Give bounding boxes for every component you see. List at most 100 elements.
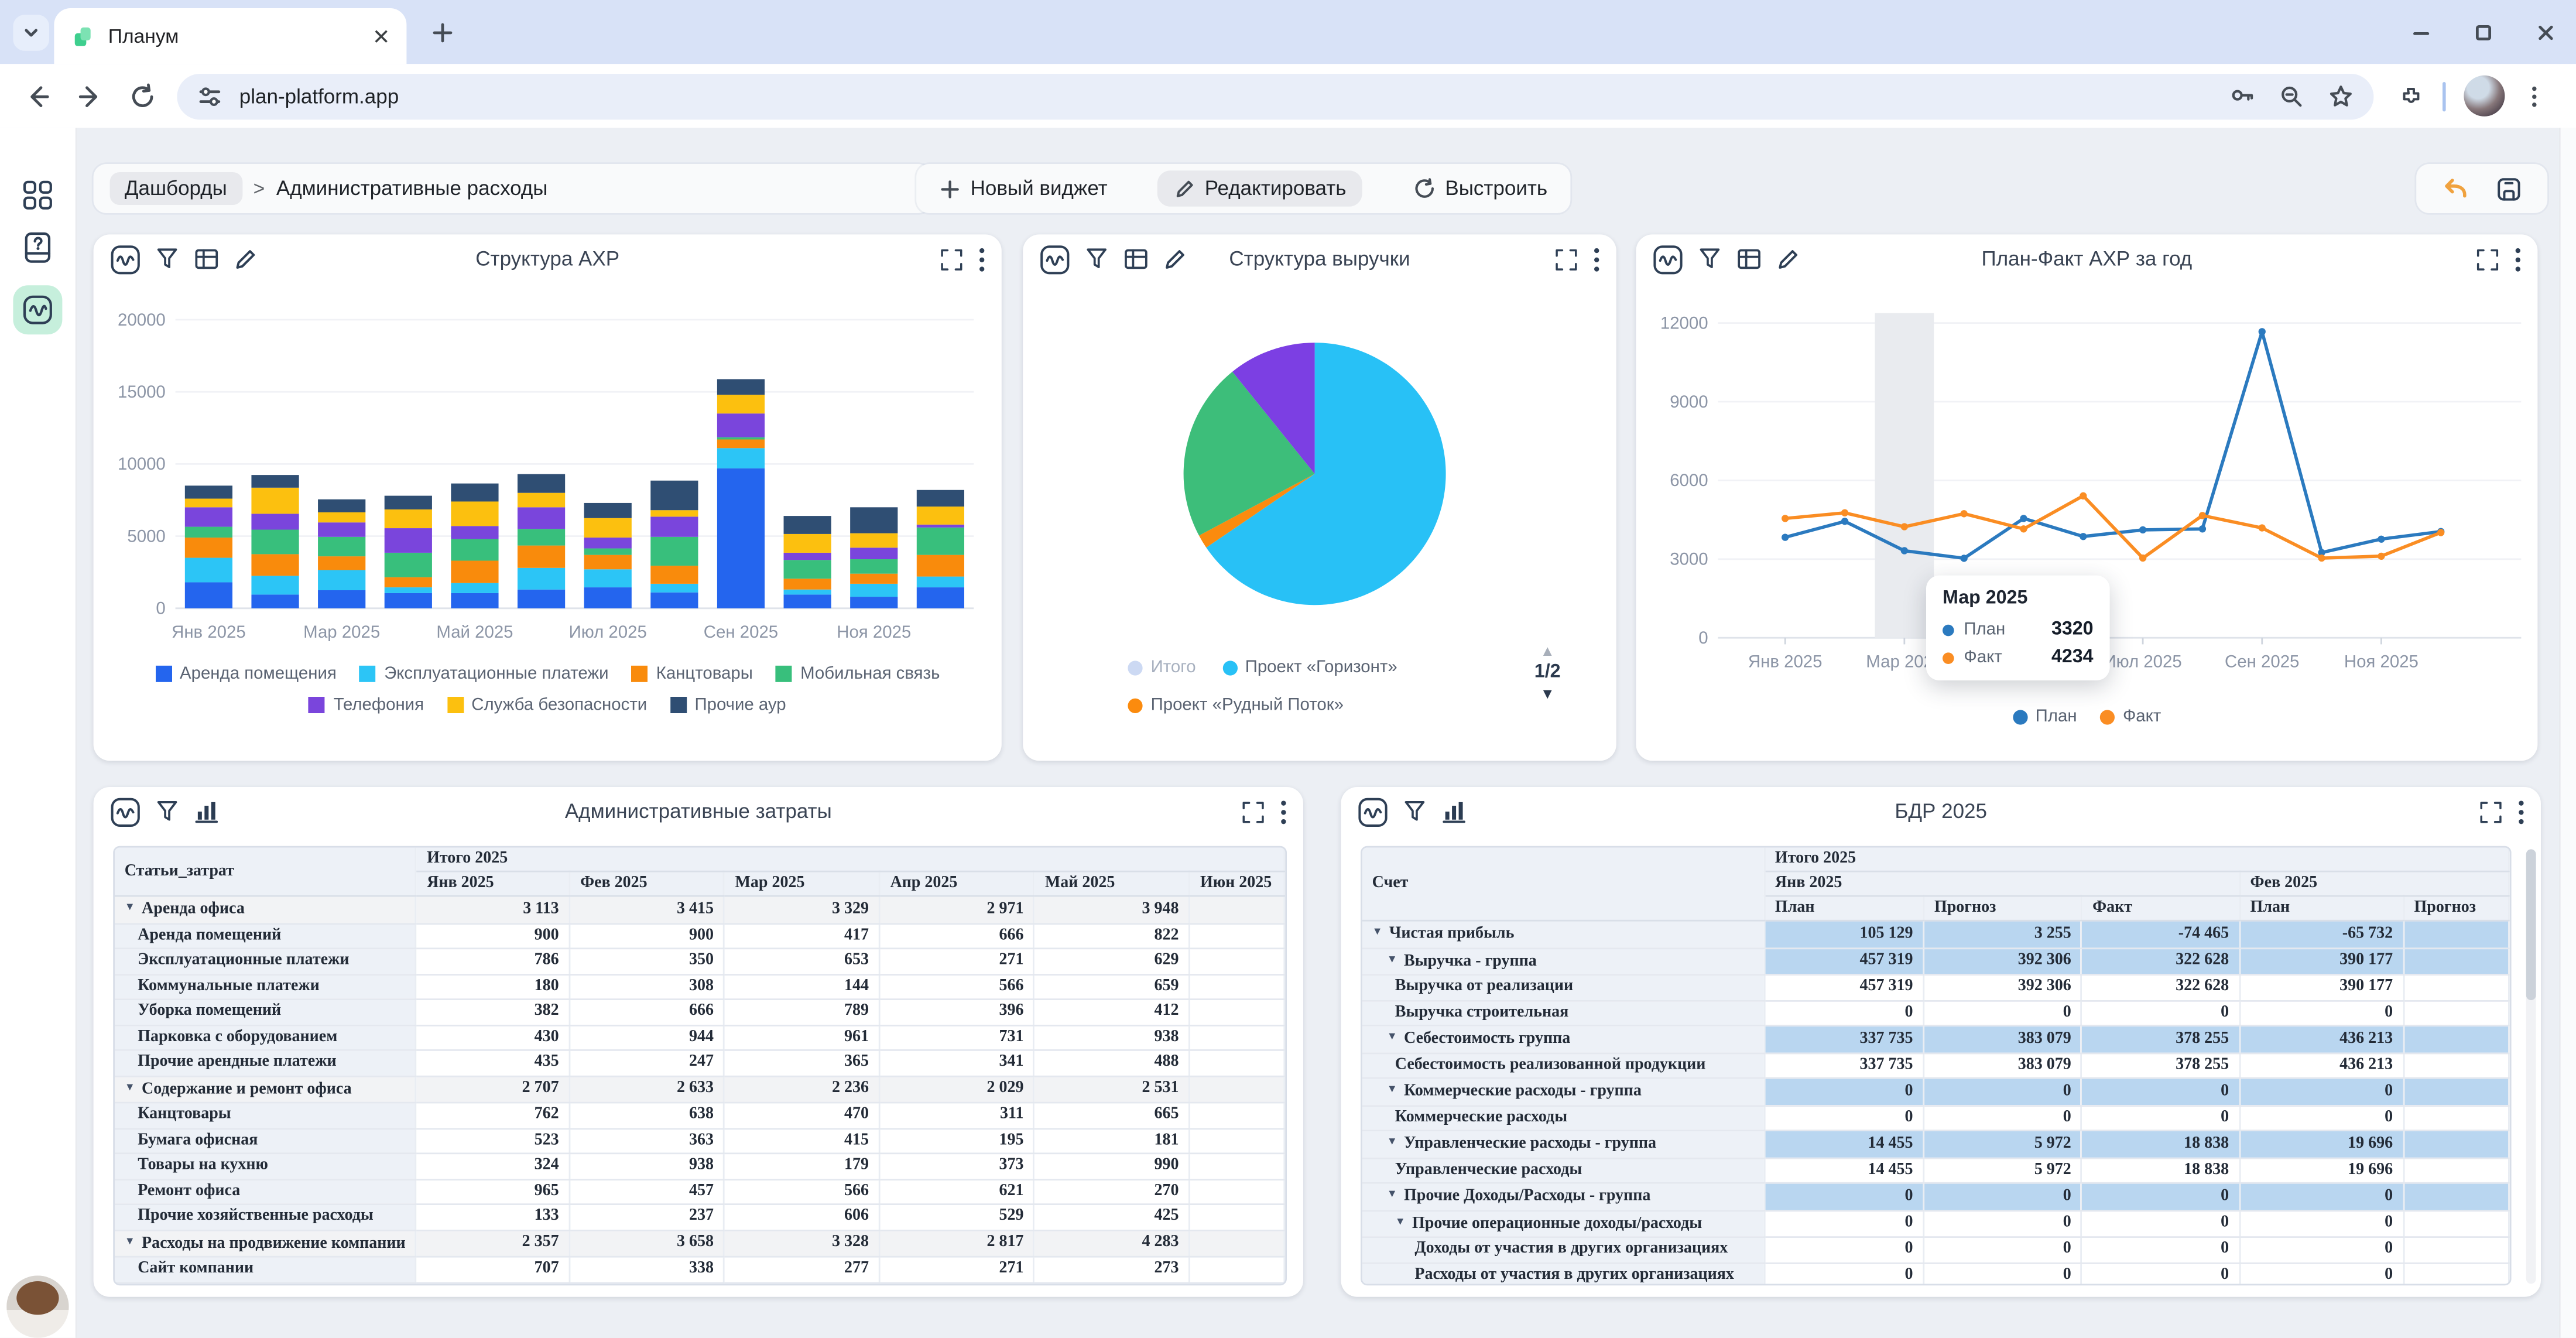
legend-item[interactable]: Аренда помещения — [155, 664, 337, 684]
widget-menu-kebab-icon[interactable] — [2515, 247, 2521, 271]
save-icon[interactable] — [2495, 174, 2523, 203]
legend-item[interactable]: Канцтовары — [632, 664, 753, 684]
table-row[interactable]: ▼Чистая прибыль105 1293 255-74 465-65 73… — [1362, 920, 2509, 947]
svg-text:20000: 20000 — [118, 310, 166, 330]
table-scrollbar[interactable] — [2526, 849, 2536, 1284]
fullscreen-icon[interactable] — [1554, 247, 1578, 271]
edit-button[interactable]: Редактировать — [1157, 170, 1363, 207]
svg-text:12000: 12000 — [1660, 313, 1708, 333]
admin-costs-table[interactable]: Статьи_затратИтого 2025Янв 2025Фев 2025М… — [113, 846, 1287, 1285]
undo-icon[interactable] — [2441, 174, 2470, 203]
fullscreen-icon[interactable] — [2475, 247, 2500, 271]
edit-widget-icon[interactable] — [1162, 247, 1187, 271]
widget-table-admin-costs: Административные затраты Статьи_затратИт… — [94, 787, 1303, 1297]
window-minimize-icon[interactable] — [2410, 21, 2433, 44]
table-view-icon[interactable] — [193, 246, 220, 272]
table-row[interactable]: ▼Коммерческие расходы - группа0000 — [1362, 1078, 2509, 1105]
tab-title: Планум — [108, 25, 372, 47]
stacked-bar-chart[interactable]: 05000100001500020000Янв 2025Мар 2025Май … — [94, 290, 1002, 658]
breadcrumb: Дашборды > Административные расходы — [94, 164, 931, 213]
legend-item[interactable]: Итого — [1128, 658, 1195, 677]
widget-menu-kebab-icon[interactable] — [1280, 799, 1287, 824]
widget-type-icon[interactable] — [110, 796, 141, 827]
legend-item[interactable]: План — [2012, 707, 2077, 727]
fullscreen-icon[interactable] — [1241, 799, 1266, 824]
table-row: Прочие хозяйственные расходы133237606529… — [115, 1204, 1284, 1230]
table-row[interactable]: ▼Прочие Доходы/Расходы - группа0000 — [1362, 1183, 2509, 1210]
legend-item[interactable]: Телефония — [309, 695, 424, 715]
pie-chart[interactable] — [1023, 290, 1616, 628]
pager-down-icon[interactable]: ▼ — [1540, 684, 1555, 705]
table-row: Коммерческие расходы0000 — [1362, 1105, 2509, 1130]
chart-view-icon[interactable] — [193, 799, 220, 825]
legend-item[interactable]: Мобильная связь — [776, 664, 940, 684]
table-row[interactable]: ▼Прочие операционные доходы/расходы0000 — [1362, 1210, 2509, 1237]
url-bar[interactable]: plan-platform.app — [177, 73, 2373, 119]
widget-menu-kebab-icon[interactable] — [979, 247, 985, 271]
zoom-out-icon[interactable] — [2279, 83, 2305, 109]
table-row: Коммунальные платежи180308144566659 — [115, 974, 1284, 999]
legend-item[interactable]: Служба безопасности — [447, 695, 647, 715]
widget-type-icon[interactable] — [1357, 796, 1388, 827]
filter-icon[interactable] — [1697, 246, 1723, 272]
fullscreen-icon[interactable] — [2479, 799, 2503, 824]
bookmark-star-icon[interactable] — [2328, 83, 2354, 109]
table-view-icon[interactable] — [1123, 246, 1149, 272]
forward-icon[interactable] — [76, 81, 105, 111]
bdr-table[interactable]: СчетИтого 2025Янв 2025Фев 2025ПланПрогно… — [1361, 846, 2512, 1285]
breadcrumb-dashboards[interactable]: Дашборды — [110, 172, 242, 205]
bar-chart-legend: Аренда помещения Эксплуатационные платежи… — [121, 664, 974, 715]
legend-item[interactable]: Прочие аур — [670, 695, 786, 715]
url-text[interactable]: plan-platform.app — [239, 84, 2207, 107]
filter-icon[interactable] — [154, 799, 180, 825]
legend-item[interactable]: Проект «Горизонт» — [1222, 658, 1397, 677]
table-view-icon[interactable] — [1736, 246, 1762, 272]
filter-icon[interactable] — [1402, 799, 1428, 825]
chart-view-icon[interactable] — [1441, 799, 1467, 825]
fullscreen-icon[interactable] — [939, 247, 964, 271]
table-row[interactable]: ▼Расходы на продвижение компании2 3573 6… — [115, 1230, 1284, 1257]
table-row[interactable]: ▼Аренда офиса3 1133 4153 3292 9713 948 — [115, 896, 1284, 923]
filter-icon[interactable] — [1084, 246, 1110, 272]
new-tab-button[interactable] — [426, 16, 459, 49]
arrange-button[interactable]: Выстроить — [1412, 177, 1547, 200]
browser-tab[interactable]: Планум ✕ — [54, 8, 406, 64]
svg-text:5000: 5000 — [127, 526, 165, 546]
window-close-icon[interactable] — [2534, 21, 2557, 44]
pager-up-icon[interactable]: ▲ — [1540, 641, 1555, 662]
table-row[interactable]: ▼Управленческие расходы - группа14 4555 … — [1362, 1131, 2509, 1158]
widget-type-icon[interactable] — [1652, 244, 1683, 275]
edit-widget-icon[interactable] — [1775, 247, 1800, 271]
tab-close-icon[interactable]: ✕ — [372, 25, 390, 46]
svg-text:Май 2025: Май 2025 — [436, 622, 513, 642]
widget-menu-kebab-icon[interactable] — [1594, 247, 1600, 271]
reload-icon[interactable] — [128, 81, 157, 111]
site-settings-icon[interactable] — [197, 83, 223, 109]
tab-search-chevron-icon[interactable] — [13, 15, 49, 51]
back-icon[interactable] — [23, 81, 52, 111]
widget-type-icon[interactable] — [110, 244, 141, 275]
legend-item[interactable]: Факт — [2100, 707, 2161, 727]
new-widget-button[interactable]: Новый виджет — [939, 177, 1107, 200]
window-maximize-icon[interactable] — [2472, 21, 2495, 44]
browser-profile-avatar[interactable] — [2464, 76, 2505, 117]
page-scrollbar[interactable] — [2559, 128, 2576, 1337]
extensions-icon[interactable] — [2397, 83, 2423, 109]
filter-icon[interactable] — [154, 246, 180, 272]
pencil-icon — [1174, 178, 1195, 199]
tooltip-title: Мар 2025 — [1943, 588, 2094, 608]
widget-type-icon[interactable] — [1039, 244, 1070, 275]
browser-menu-kebab-icon[interactable] — [2521, 83, 2547, 109]
legend-item[interactable]: Проект «Рудный Поток» — [1128, 695, 1344, 715]
widget-menu-kebab-icon[interactable] — [2518, 799, 2524, 824]
table-row[interactable]: ▼Выручка - группа457 319392 306322 62839… — [1362, 947, 2509, 974]
table-row: Управленческие расходы14 4555 97218 8381… — [1362, 1158, 2509, 1183]
password-key-icon[interactable] — [2229, 83, 2256, 109]
pie-chart-legend: Итого Проект «Горизонт» Проект «Рудный Пот… — [1128, 658, 1505, 715]
legend-item[interactable]: Эксплуатационные платежи — [359, 664, 608, 684]
svg-text:Июл 2025: Июл 2025 — [569, 622, 647, 642]
table-row[interactable]: ▼Себестоимость группа337 735383 079378 2… — [1362, 1025, 2509, 1052]
edit-widget-icon[interactable] — [233, 247, 258, 271]
table-row[interactable]: ▼Содержание и ремонт офиса2 7072 6332 23… — [115, 1076, 1284, 1103]
table-row: Парковка с оборудованием430944961731938 — [115, 1025, 1284, 1050]
